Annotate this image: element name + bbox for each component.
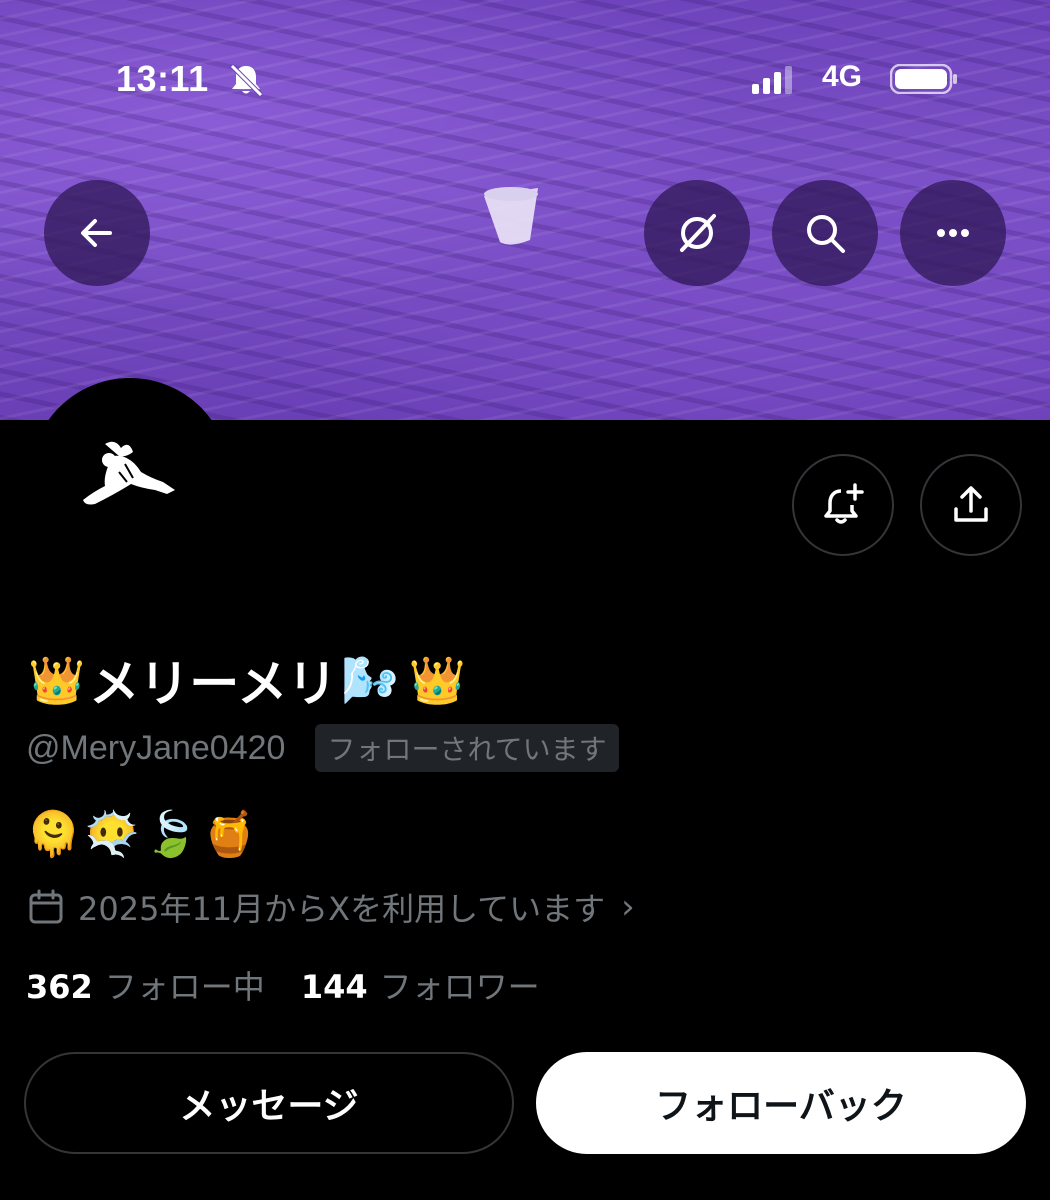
following-label[interactable]: フォロー中 xyxy=(105,962,265,1008)
followers-count[interactable]: 144 xyxy=(301,968,368,1006)
status-time: 13:11 xyxy=(116,58,209,99)
back-arrow-icon xyxy=(81,219,112,247)
bell-slash-icon xyxy=(230,64,263,97)
more-icon xyxy=(937,229,969,237)
back-button[interactable] xyxy=(44,180,150,286)
search-button[interactable] xyxy=(772,180,878,286)
handle-row: @MeryJane0420 フォローされています xyxy=(26,724,619,772)
crown-emoji: 👑 xyxy=(28,652,86,707)
more-button[interactable] xyxy=(900,180,1006,286)
cherub-image xyxy=(83,441,175,505)
joined-date-text: 2025年11月からXを利用しています xyxy=(78,890,606,928)
battery-icon xyxy=(890,64,957,94)
followers-label[interactable]: フォロワー xyxy=(380,962,540,1008)
cellular-signal-icon xyxy=(752,66,792,94)
crown-emoji-end: 👑 xyxy=(408,652,466,707)
floating-cup-image xyxy=(484,187,538,245)
calendar-icon xyxy=(29,889,63,924)
bell-plus-icon xyxy=(824,483,864,524)
display-name: 👑 メリーメリ 🌬️ 👑 xyxy=(28,648,466,714)
profile-bio: 🫠😶‍🌫️🍃🍯 xyxy=(26,809,262,860)
wind-emoji: 🌬️ xyxy=(341,652,399,707)
grok-icon xyxy=(680,214,716,252)
search-icon xyxy=(807,215,845,253)
network-type: 4G xyxy=(822,60,863,93)
chevron-right-icon: › xyxy=(621,887,635,927)
joined-date-row[interactable]: 2025年11月からXを利用しています › xyxy=(26,884,635,930)
avatar[interactable] xyxy=(30,378,230,578)
follow-back-button[interactable]: フォローバック xyxy=(536,1052,1026,1154)
grok-button[interactable] xyxy=(644,180,750,286)
share-button[interactable] xyxy=(920,454,1022,556)
follow-stats: 362 フォロー中 144 フォロワー xyxy=(26,962,576,1008)
message-button[interactable]: メッセージ xyxy=(24,1052,514,1154)
follows-you-badge: フォローされています xyxy=(315,724,619,772)
display-name-text: メリーメリ xyxy=(89,655,338,713)
username-handle: @MeryJane0420 xyxy=(26,728,286,767)
notify-button[interactable] xyxy=(792,454,894,556)
share-icon xyxy=(954,486,988,522)
following-count[interactable]: 362 xyxy=(26,968,93,1006)
status-bar: 13:11 4G xyxy=(0,58,1050,102)
